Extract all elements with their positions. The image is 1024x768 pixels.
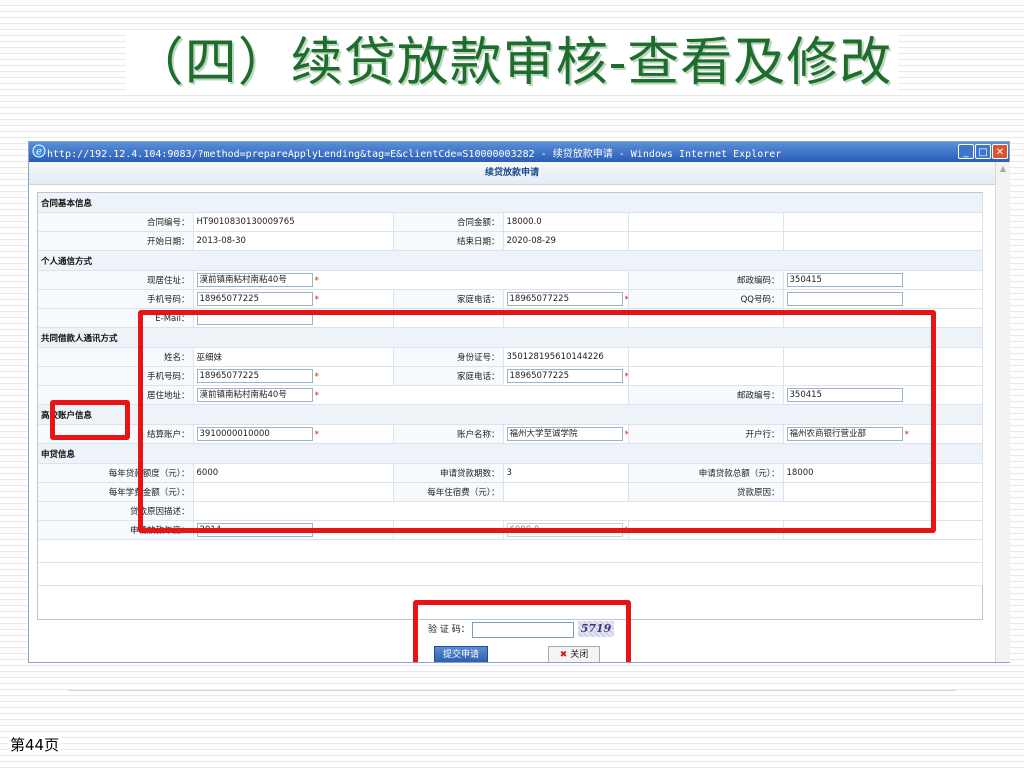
contract-amount-value: 18000.0 — [503, 212, 629, 232]
page-header: 续贷放款申请 — [29, 162, 995, 185]
required-mark: * — [314, 275, 320, 286]
section-personal: 个人通信方式 — [38, 250, 983, 271]
contract-no-value: HT9010830130009765 — [193, 212, 394, 232]
slide-title: （四）续贷放款审核-查看及修改 — [0, 20, 1024, 95]
start-date-label: 开始日期： — [38, 231, 194, 251]
section-contract: 合同基本信息 — [38, 193, 983, 213]
captcha-input[interactable] — [472, 622, 574, 638]
submit-application-button[interactable]: 提交申请 — [434, 646, 488, 662]
close-x-icon: ✖ — [559, 650, 568, 660]
highlight-box-co-borrower — [50, 400, 130, 440]
qq-input[interactable] — [786, 292, 903, 306]
start-date-value: 2013-08-30 — [193, 231, 394, 251]
browser-window: e http://192.12.4.104:9083/?method=prepa… — [28, 141, 1010, 663]
maximize-button[interactable]: □ — [975, 144, 991, 159]
mobile-label: 手机号码： — [38, 289, 194, 309]
minimize-button[interactable]: _ — [958, 144, 974, 159]
address-label: 现居住址： — [38, 270, 194, 290]
footer-divider — [68, 690, 956, 691]
scroll-up-arrow-icon[interactable]: ▲ — [997, 164, 1009, 176]
postcode-input[interactable]: 350415 — [786, 273, 903, 287]
qq-label: QQ号码： — [628, 289, 784, 309]
captcha-label: 验 证 码： — [428, 625, 470, 635]
apply-lending-form: 合同基本信息 合同编号： HT9010830130009765 合同金额： 18… — [37, 192, 983, 662]
captcha-image[interactable]: 5719 — [578, 621, 614, 637]
end-date-label: 结束日期： — [393, 231, 504, 251]
home-phone-label: 家庭电话： — [393, 289, 504, 309]
address-input[interactable]: 漠前镇南粘村南粘40号 — [196, 273, 313, 287]
required-mark: * — [314, 294, 320, 305]
highlight-box-contact-info — [138, 310, 936, 533]
mobile-input[interactable]: 18965077225 — [196, 292, 313, 306]
browser-titlebar: e http://192.12.4.104:9083/?method=prepa… — [29, 142, 1009, 162]
page-content: 续贷放款申请 合同基本信息 合同编号： HT9010830130009765 合… — [29, 162, 995, 662]
contract-amount-label: 合同金额： — [393, 212, 504, 232]
close-button-label: 关闭 — [570, 650, 589, 660]
contract-no-label: 合同编号： — [38, 212, 194, 232]
home-phone-input[interactable]: 18965077225 — [506, 292, 623, 306]
slide-page-number: 第44页 — [8, 734, 62, 755]
end-date-value: 2020-08-29 — [503, 231, 629, 251]
required-mark: * — [625, 295, 628, 305]
close-button[interactable]: ✖ 关闭 — [548, 646, 600, 662]
postcode-label: 邮政编码： — [628, 270, 784, 290]
vertical-scrollbar[interactable]: ▲ — [995, 162, 1010, 662]
close-window-button[interactable]: ✕ — [992, 144, 1008, 159]
svg-text:e: e — [36, 147, 42, 158]
ie-logo-icon: e — [32, 144, 46, 158]
browser-title: http://192.12.4.104:9083/?method=prepare… — [47, 149, 782, 160]
